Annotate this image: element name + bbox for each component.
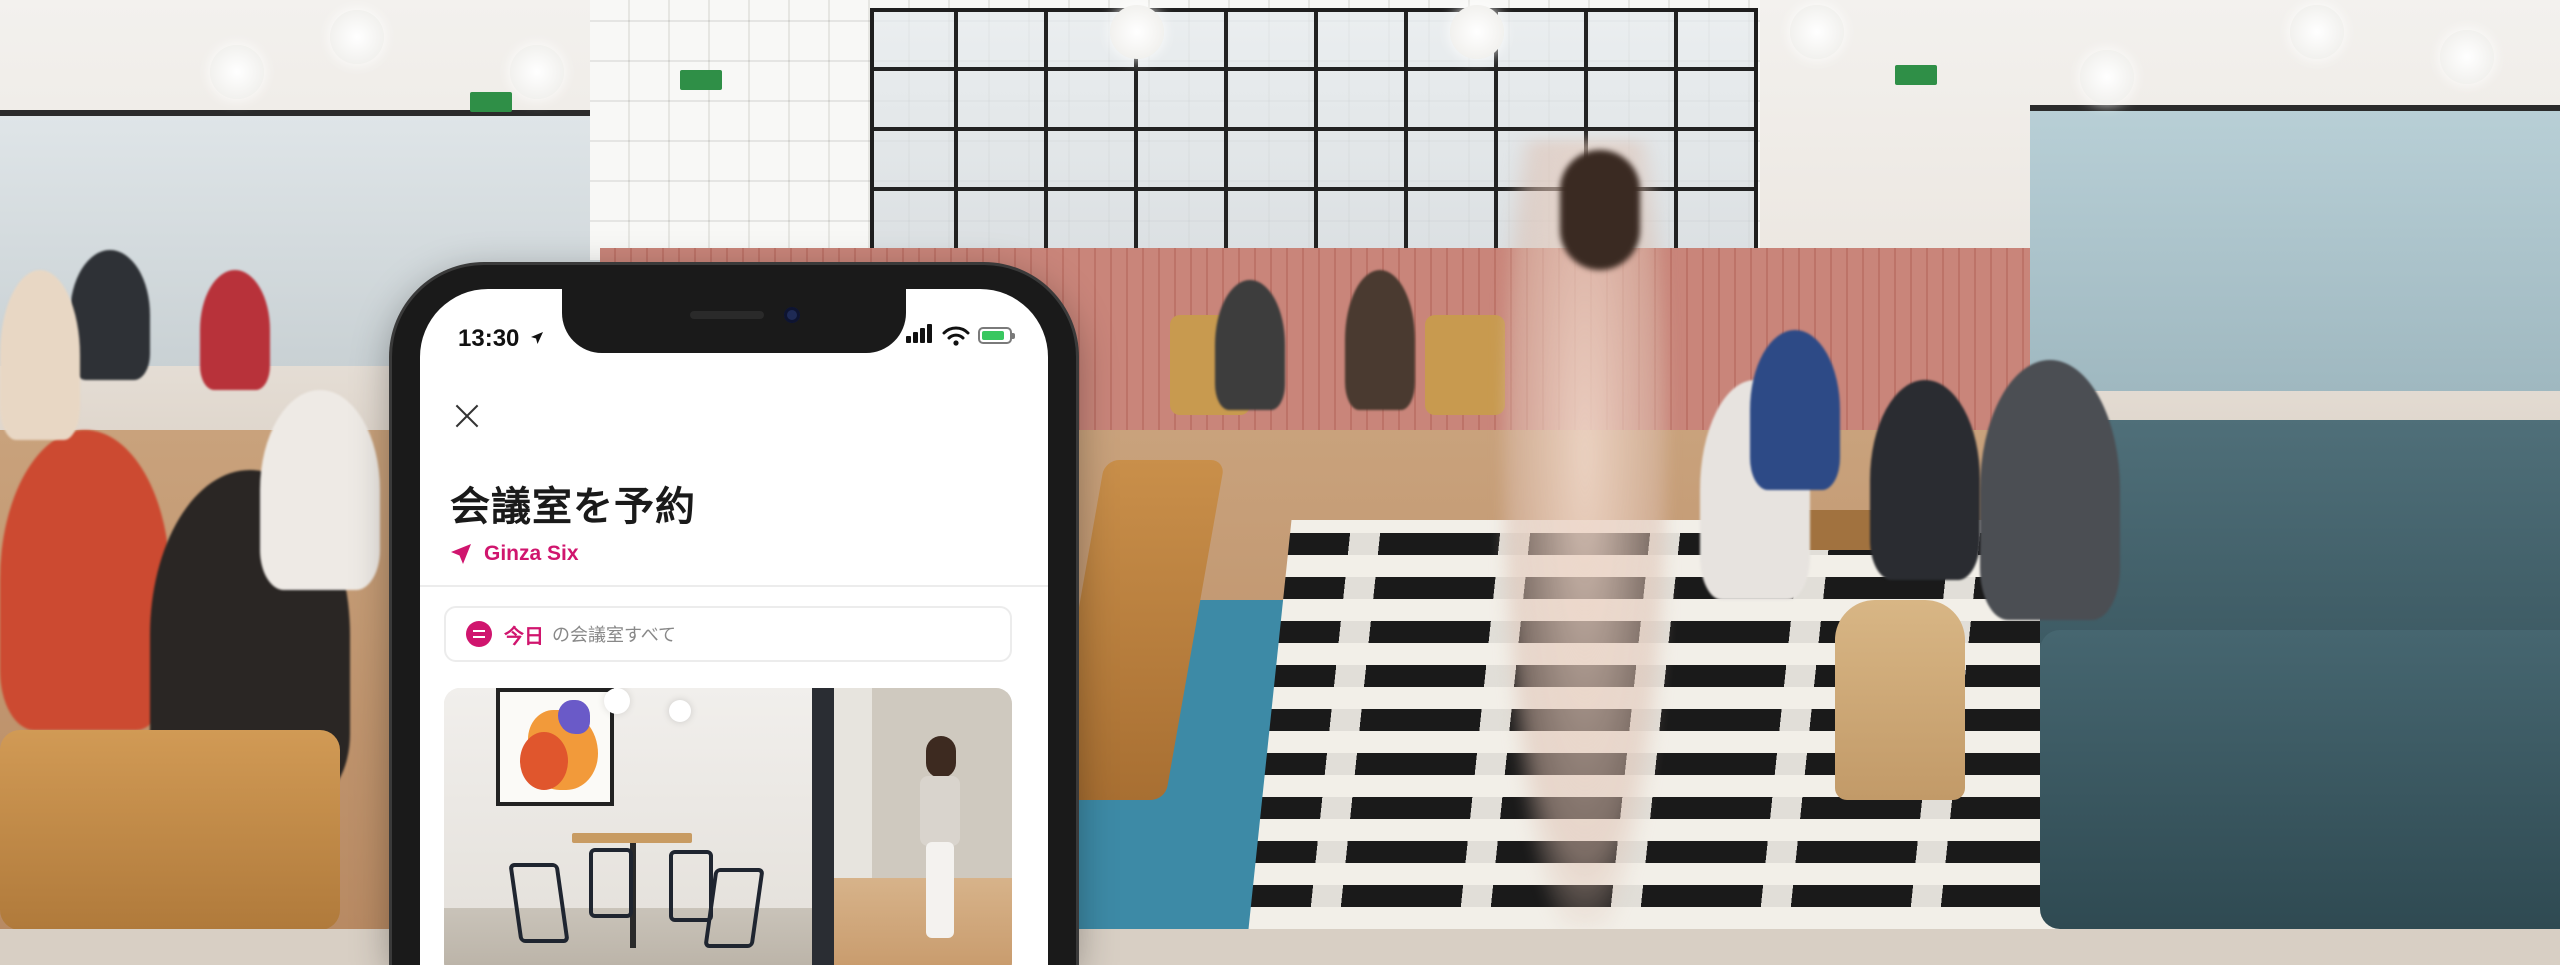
background-walking-woman-hair [1560, 150, 1640, 270]
room-table [572, 833, 692, 843]
background-pendant-lamp [2440, 30, 2494, 84]
front-camera [784, 307, 800, 323]
background-armchair [0, 730, 340, 929]
status-time-text: 13:30 [458, 325, 520, 352]
background-pendant-lamp [1110, 5, 1164, 59]
wifi-icon [942, 326, 970, 346]
background-person [1215, 280, 1285, 410]
location-selector[interactable]: Ginza Six [450, 539, 579, 569]
background-wood-stool [1835, 600, 1965, 800]
phone-screen: 13:30 会議室を予約 Ginza Six 今日 の会議室すべて [420, 289, 1048, 965]
background-person [70, 250, 150, 380]
background-person [260, 390, 380, 590]
background-pendant-lamp [1450, 5, 1504, 59]
room-chair [589, 848, 633, 918]
background-pendant-lamp [2290, 5, 2344, 59]
background-pendant-lamp [510, 45, 564, 99]
signal-bars-icon [906, 323, 936, 347]
background-person [1345, 270, 1415, 410]
phone-notch [562, 289, 906, 353]
close-icon[interactable] [450, 399, 484, 433]
meeting-room-card-image[interactable] [444, 688, 1012, 965]
background-photo [0, 0, 2560, 929]
background-exit-sign [470, 92, 512, 112]
room-lamp [669, 700, 691, 722]
date-filter-bar[interactable]: 今日 の会議室すべて [444, 606, 1012, 662]
background-person [1870, 380, 1980, 580]
location-arrow-icon [451, 544, 471, 564]
background-person [0, 270, 80, 440]
room-lamp [604, 688, 630, 714]
background-person [1980, 360, 2120, 620]
filter-today-label: 今日 [504, 623, 544, 648]
battery-charging-icon [978, 327, 1015, 344]
room-artwork [496, 688, 614, 806]
speaker-grille [690, 311, 764, 319]
background-booth-chair [1425, 315, 1505, 415]
location-arrow-icon [531, 332, 544, 344]
background-exit-sign [1895, 65, 1937, 85]
room-chair [669, 850, 713, 922]
background-person [200, 270, 270, 390]
location-name: Ginza Six [484, 542, 579, 565]
background-person [1750, 330, 1840, 490]
background-pendant-lamp [210, 45, 264, 99]
filter-lines-icon [466, 621, 492, 647]
page-title: 会議室を予約 [450, 484, 696, 530]
header-divider [420, 585, 1048, 587]
background-person [0, 430, 170, 730]
background-sofa [2040, 630, 2560, 929]
status-bar-indicators [906, 323, 1026, 351]
background-glass-office-right [2030, 105, 2560, 391]
background-pendant-lamp [330, 10, 384, 64]
hallway-person [914, 736, 966, 938]
battery-level [982, 331, 1004, 340]
filter-rest-label: の会議室すべて [552, 625, 677, 646]
background-exit-sign [680, 70, 722, 90]
phone-mockup: 13:30 会議室を予約 Ginza Six 今日 の会議室すべて [392, 265, 1076, 965]
status-bar-time: 13:30 [458, 325, 544, 353]
background-pendant-lamp [1790, 5, 1844, 59]
background-pendant-lamp [2080, 50, 2134, 104]
